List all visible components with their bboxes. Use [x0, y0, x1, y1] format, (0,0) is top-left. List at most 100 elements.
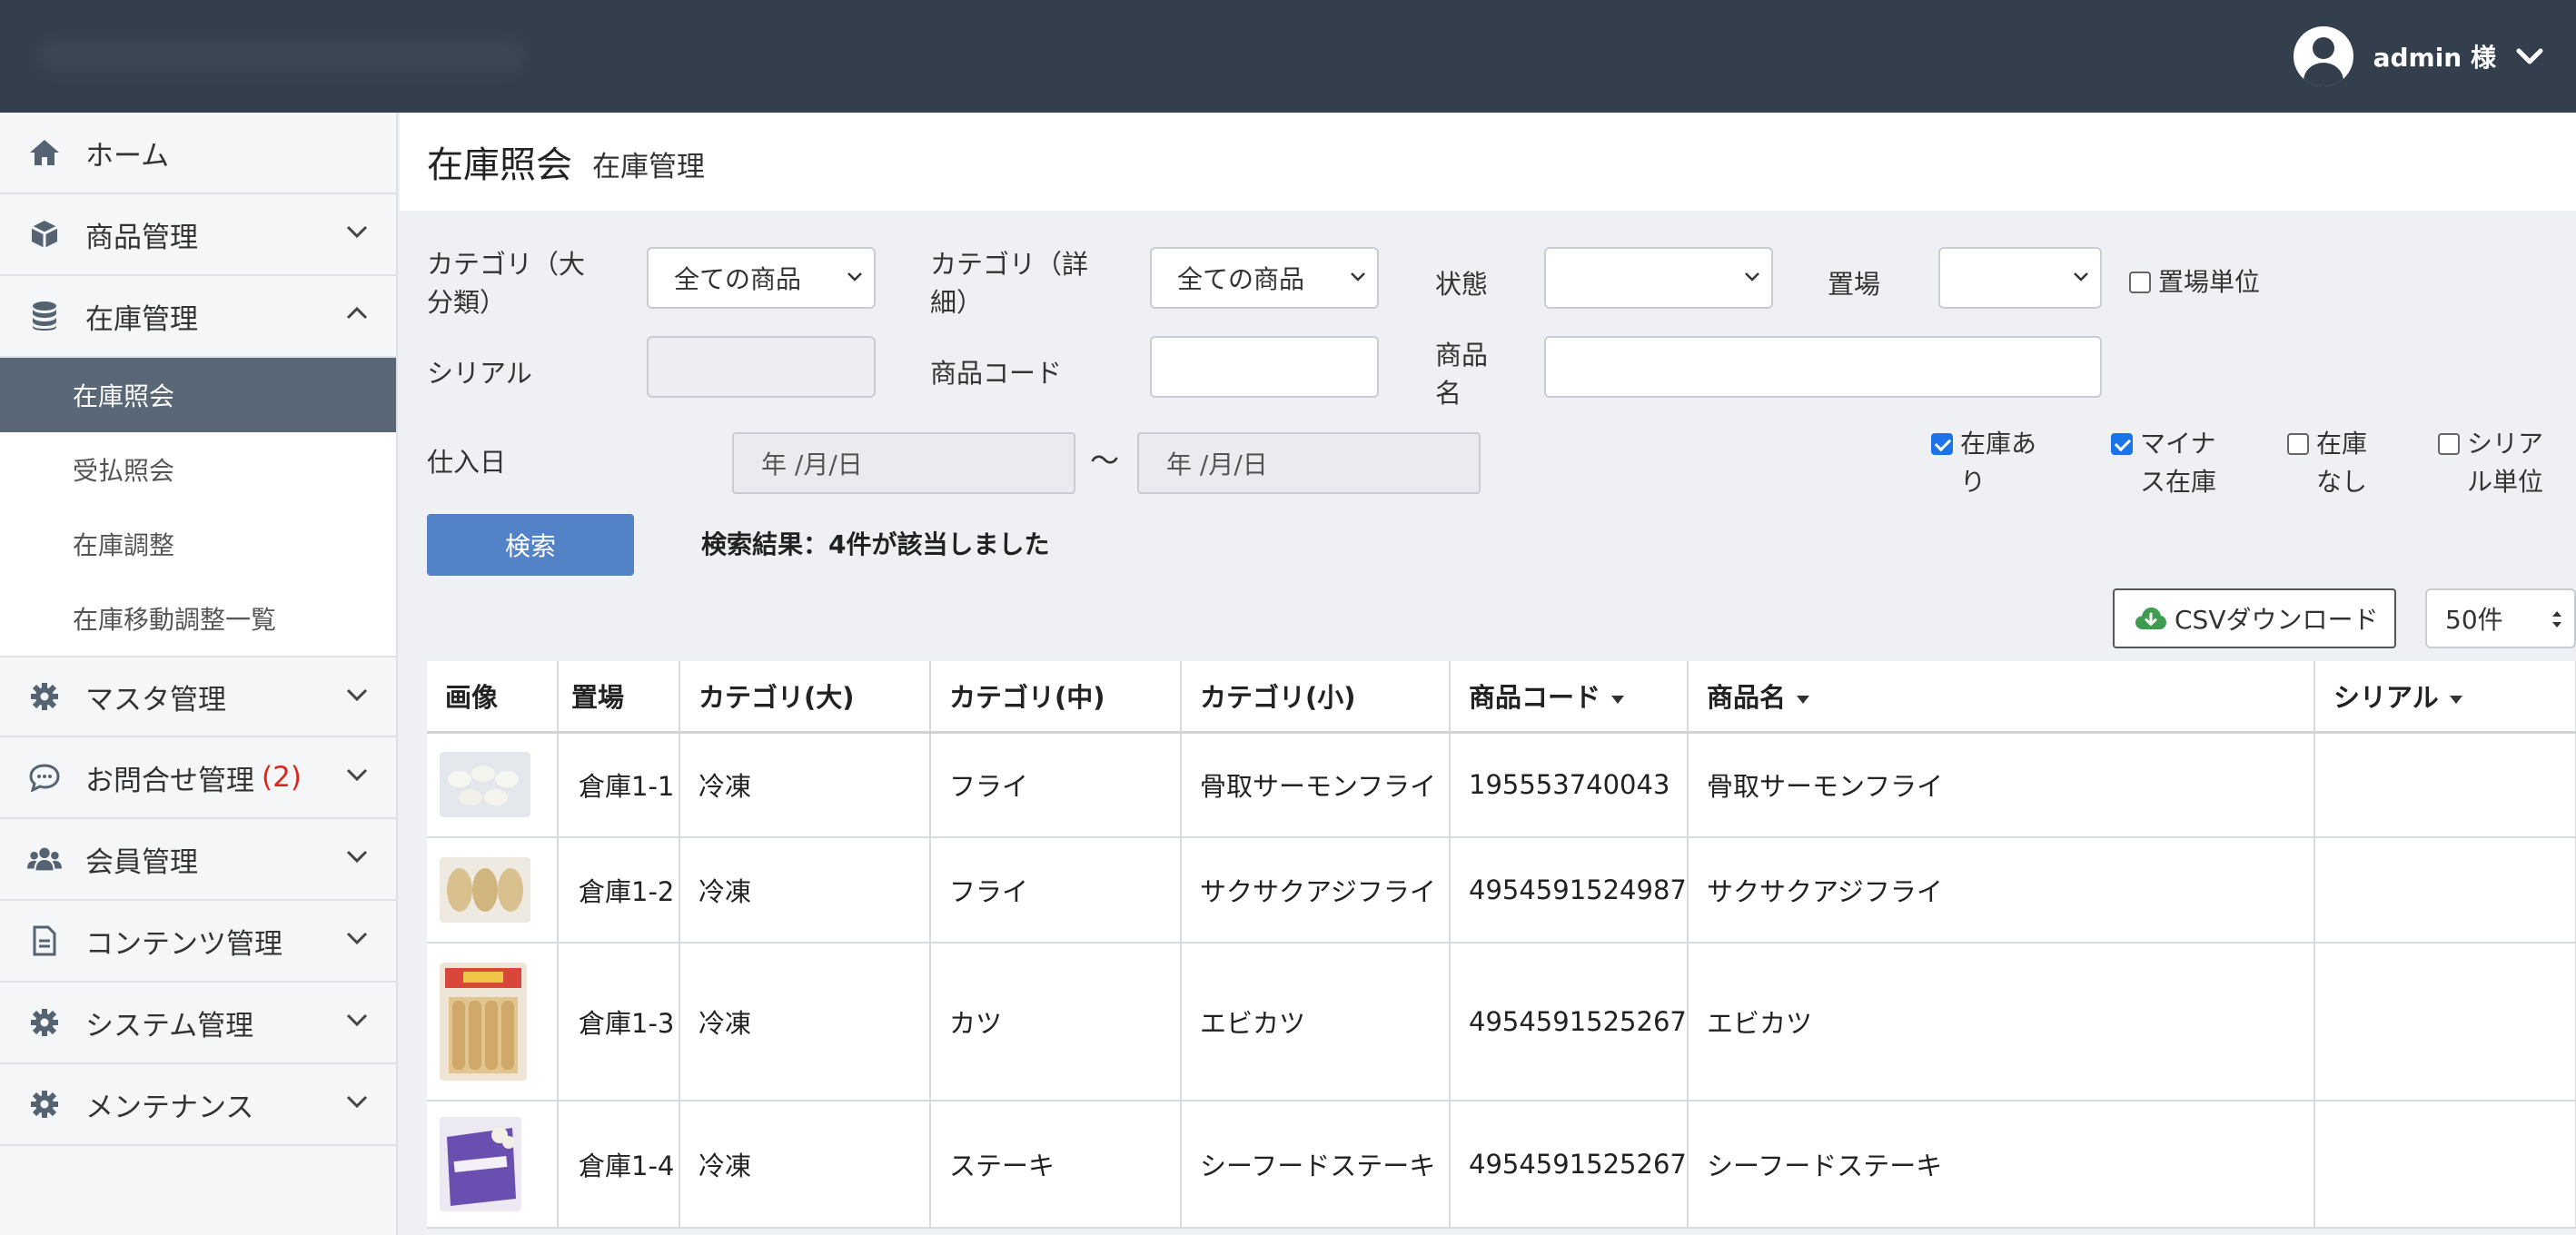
cell-product-name: サクサクアジフライ	[1688, 837, 2315, 944]
sidebar-item-label: 会員管理	[85, 845, 198, 879]
search-result-text: 検索結果：4件が該当しました	[701, 529, 1050, 559]
user-avatar-icon	[2293, 26, 2353, 86]
product-thumbnail[interactable]	[427, 1101, 559, 1229]
box-icon	[27, 217, 62, 252]
chevron-up-icon	[346, 306, 368, 320]
serial-input[interactable]	[647, 336, 876, 398]
checkbox-unchecked[interactable]	[2438, 433, 2460, 455]
sidebar-subitem-stock-transfer-list[interactable]: 在庫移動調整一覧	[0, 581, 396, 656]
column-header-category-mid: カテゴリ(中)	[930, 661, 1182, 734]
column-header-image: 画像	[427, 661, 559, 734]
checkbox-unchecked[interactable]	[2287, 433, 2309, 455]
search-button[interactable]: 検索	[427, 514, 634, 576]
sidebar-item-label: ホーム	[85, 139, 170, 173]
sort-caret-icon	[2449, 695, 2462, 704]
location-select[interactable]	[1938, 247, 2102, 309]
chevron-down-icon	[346, 1013, 368, 1027]
sidebar-item-home[interactable]: ホーム	[0, 113, 396, 194]
cell-category-mid: ステーキ	[930, 1101, 1182, 1229]
column-header-category-major: カテゴリ(大)	[679, 661, 931, 734]
chevron-down-icon	[1745, 272, 1759, 282]
cell-product-name: シーフードステーキ	[1688, 1101, 2315, 1229]
gear-icon	[27, 679, 62, 714]
cell-category-mid: フライ	[930, 732, 1182, 838]
table-row[interactable]: 倉庫1-2 冷凍 フライ サクサクアジフライ 4954591524987 サクサ…	[427, 837, 2576, 944]
sidebar-subitem-receipt-inquiry[interactable]: 受払照会	[0, 432, 396, 507]
cell-product-name: エビカツ	[1688, 943, 2315, 1102]
table-row[interactable]: 倉庫1-4 冷凍 ステーキ シーフードステーキ 4954591525267 シー…	[427, 1101, 2576, 1229]
product-image-aji-fry	[440, 857, 530, 923]
purchase-date-label: 仕入日	[427, 447, 507, 478]
users-icon	[27, 842, 62, 876]
sort-caret-icon	[1797, 695, 1810, 704]
product-image-salmon-fry	[440, 752, 530, 818]
sort-updown-icon	[2552, 611, 2561, 627]
sidebar-item-master[interactable]: マスタ管理	[0, 656, 396, 737]
chevron-down-icon	[2074, 272, 2088, 282]
csv-download-button[interactable]: CSVダウンロード	[2113, 588, 2396, 648]
column-header-serial[interactable]: シリアル	[2314, 661, 2576, 734]
sidebar-item-inquiries[interactable]: お問合せ管理 (2)	[0, 737, 396, 819]
filter-serial-unit-checkbox[interactable]: シリア ル単位	[2438, 425, 2543, 501]
cell-category-major: 冷凍	[679, 732, 931, 838]
date-to-input[interactable]: 年 /月/日	[1137, 432, 1481, 494]
chevron-down-icon	[847, 272, 862, 282]
product-name-input[interactable]	[1544, 336, 2102, 398]
user-menu[interactable]: admin 様	[2293, 24, 2543, 89]
cell-serial	[2314, 943, 2576, 1102]
sidebar-subitem-stock-inquiry[interactable]: 在庫照会	[0, 358, 396, 432]
product-code-label: 商品コード	[930, 358, 1063, 389]
column-header-location: 置場	[558, 661, 680, 734]
product-thumbnail[interactable]	[427, 732, 559, 838]
cell-category-mid: カツ	[930, 943, 1182, 1102]
cell-category-mid: フライ	[930, 837, 1182, 944]
checkbox-unchecked[interactable]	[2129, 272, 2151, 293]
per-page-select[interactable]: 50件	[2425, 588, 2576, 648]
user-name: admin 様	[2373, 43, 2496, 73]
sidebar-item-inventory[interactable]: 在庫管理	[0, 276, 396, 358]
column-header-product-name[interactable]: 商品名	[1688, 661, 2315, 734]
sidebar-item-label: お問合せ管理	[85, 764, 254, 797]
checkbox-checked[interactable]	[2111, 433, 2133, 455]
cell-category-major: 冷凍	[679, 943, 931, 1102]
sidebar-item-system[interactable]: システム管理	[0, 983, 396, 1064]
cell-product-code: 4954591525267	[1450, 943, 1689, 1102]
date-from-input[interactable]: 年 /月/日	[732, 432, 1075, 494]
product-thumbnail[interactable]	[427, 943, 559, 1102]
table-row[interactable]: 倉庫1-3 冷凍 カツ エビカツ 4954591525267 エビカツ	[427, 943, 2576, 1102]
product-image-seafood-steak	[440, 1117, 521, 1211]
chevron-down-icon	[346, 850, 368, 864]
table-row[interactable]: 倉庫1-1 冷凍 フライ 骨取サーモンフライ 195553740043 骨取サー…	[427, 732, 2576, 838]
product-code-input[interactable]	[1150, 336, 1379, 398]
sidebar-item-label: 商品管理	[85, 221, 198, 254]
cell-serial	[2314, 837, 2576, 944]
filter-in-stock-checkbox[interactable]: 在庫あり	[1931, 425, 2036, 501]
stock-table: 画像 置場 カテゴリ(大) カテゴリ(中) カテゴリ(小) 商品コード 商品名 …	[427, 661, 2576, 1229]
sidebar-item-contents[interactable]: コンテンツ管理	[0, 901, 396, 983]
checkbox-checked[interactable]	[1931, 433, 1953, 455]
cell-category-major: 冷凍	[679, 837, 931, 944]
cell-product-code: 195553740043	[1450, 732, 1689, 838]
chevron-down-icon	[346, 768, 368, 782]
column-header-product-code[interactable]: 商品コード	[1450, 661, 1689, 734]
brand-logo[interactable]	[36, 38, 527, 74]
sidebar-item-members[interactable]: 会員管理	[0, 819, 396, 901]
category-detail-select[interactable]: 全ての商品	[1150, 247, 1379, 309]
sidebar-item-products[interactable]: 商品管理	[0, 194, 396, 276]
chevron-down-icon	[346, 688, 368, 702]
sidebar-item-label: マスタ管理	[85, 683, 226, 716]
sidebar-item-maintenance[interactable]: メンテナンス	[0, 1064, 396, 1146]
chevron-down-icon	[2516, 48, 2543, 64]
cell-location: 倉庫1-2	[558, 837, 680, 944]
database-icon	[27, 299, 62, 333]
cell-serial	[2314, 1101, 2576, 1229]
category-major-select[interactable]: 全ての商品	[647, 247, 876, 309]
cell-category-major: 冷凍	[679, 1101, 931, 1229]
status-select[interactable]	[1544, 247, 1773, 309]
sidebar-subitem-stock-adjustment[interactable]: 在庫調整	[0, 507, 396, 581]
filter-minus-stock-checkbox[interactable]: マイナ ス在庫	[2111, 425, 2216, 501]
filter-no-stock-checkbox[interactable]: 在庫 なし	[2287, 425, 2367, 501]
product-thumbnail[interactable]	[427, 837, 559, 944]
column-header-category-minor: カテゴリ(小)	[1181, 661, 1451, 734]
location-unit-checkbox[interactable]: 置場単位	[2129, 263, 2260, 301]
